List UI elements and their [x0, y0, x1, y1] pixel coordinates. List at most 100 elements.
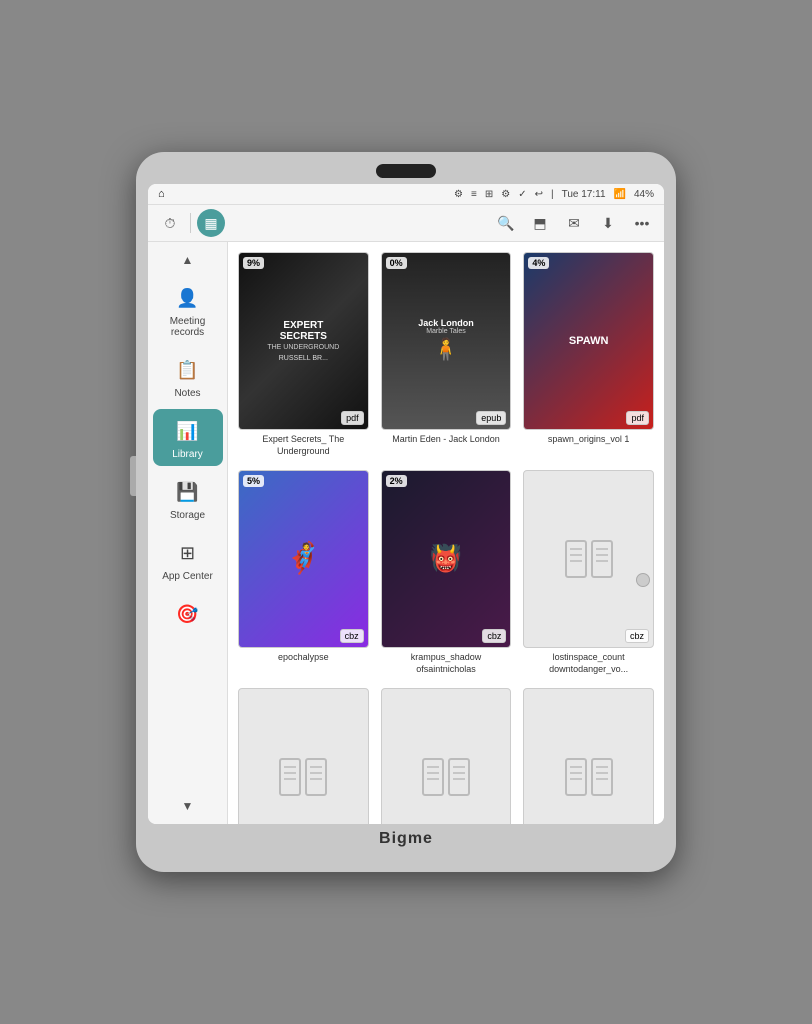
book-item-lostinspace1[interactable]: cbz lostinspace_count downtodanger_vo...: [523, 470, 654, 676]
mail-icon[interactable]: ✉: [560, 209, 588, 237]
book-progress-krampus: 2%: [386, 475, 407, 487]
cover-inner-expert: EXPERTSECRETS THE UNDERGROUND RUSSELL BR…: [239, 253, 368, 429]
krampus-figure: 👹: [430, 543, 462, 574]
book-item-pacificrim[interactable]: cbz pacificrim_talesfr omthedrift: [381, 688, 512, 824]
book-type-epo: cbz: [340, 629, 364, 643]
book-cover-lostinspace2: cbz: [238, 688, 369, 824]
book-item-martin-eden[interactable]: Jack London Marble Tales 🧍 0% epub Marti…: [381, 252, 512, 458]
placeholder-icon-pacificrim: [395, 715, 498, 824]
book-cover-martin: Jack London Marble Tales 🧍 0% epub: [381, 252, 512, 430]
cover-inner-pacificrim: [382, 689, 511, 824]
meeting-records-label: Meeting records: [157, 316, 219, 338]
book-title-lostinspace1: lostinspace_count downtodanger_vo...: [523, 652, 654, 675]
book-item-lostinspace2[interactable]: cbz lostinspace_count downtodanger_vol: [238, 688, 369, 824]
book-cover-krampus: 👹 2% cbz: [381, 470, 512, 648]
martin-author: Jack London: [418, 318, 474, 328]
apps-icon: ⊞: [485, 189, 493, 200]
book-item-epochalypse[interactable]: 🦸 5% cbz epochalypse: [238, 470, 369, 676]
book-title-spawn: spawn_origins_vol 1: [523, 434, 654, 446]
library-icon: 📊: [172, 415, 204, 447]
device-brand: Bigme: [148, 830, 664, 848]
screen: ⌂ ⚙ ≡ ⊞ ⚙ ✓ ↩ | Tue 17:11 📶 44% ⏱ ▦: [148, 184, 664, 824]
content-area: EXPERTSECRETS THE UNDERGROUND RUSSELL BR…: [228, 242, 664, 824]
cover-inner-epo: 🦸: [239, 471, 368, 647]
book-grid: EXPERTSECRETS THE UNDERGROUND RUSSELL BR…: [238, 252, 654, 824]
placeholder-icon-lostinspace2: [252, 715, 355, 824]
home-icon[interactable]: ⌂: [158, 188, 165, 200]
grid-view-icon[interactable]: ▦: [197, 209, 225, 237]
martin-figure: 🧍: [432, 337, 459, 363]
storage-label: Storage: [170, 510, 205, 521]
martin-sub: Marble Tales: [426, 328, 466, 335]
meeting-records-icon: 👤: [172, 282, 204, 314]
app-center-icon: ⊞: [172, 537, 204, 569]
sidebar-item-meeting-records[interactable]: 👤 Meeting records: [153, 276, 223, 344]
undo-icon: ↩: [535, 189, 543, 200]
expert-author: RUSSELL BR...: [279, 355, 328, 362]
sidebar-down-arrow[interactable]: ▼: [176, 794, 200, 818]
book-cover-expert-secrets: EXPERTSECRETS THE UNDERGROUND RUSSELL BR…: [238, 252, 369, 430]
sidebar-item-app-center[interactable]: ⊞ App Center: [153, 531, 223, 588]
epo-figure: 🦸: [285, 541, 322, 576]
toolbar-right: 🔍 ⬒ ✉ ⬇ •••: [492, 209, 656, 237]
export-icon[interactable]: ⬒: [526, 209, 554, 237]
menu-icon: ≡: [471, 189, 477, 200]
wifi-icon: 📶: [614, 189, 626, 200]
book-title-krampus: krampus_shadow ofsaintnicholas: [381, 652, 512, 675]
book-type-martin: epub: [476, 411, 506, 425]
cover-inner-martin: Jack London Marble Tales 🧍: [382, 253, 511, 429]
sidebar-up-arrow[interactable]: ▲: [176, 248, 200, 272]
book-item-paificrim-amara[interactable]: cbz paificrim_amara: [523, 688, 654, 824]
app-center-label: App Center: [162, 571, 213, 582]
book-item-krampus[interactable]: 👹 2% cbz krampus_shadow ofsaintnicholas: [381, 470, 512, 676]
book-progress-expert: 9%: [243, 257, 264, 269]
more-icon[interactable]: •••: [628, 209, 656, 237]
check-icon: ✓: [518, 189, 526, 200]
status-left: ⌂: [158, 188, 165, 200]
placeholder-icon-lostinspace1: [537, 497, 640, 620]
download-icon[interactable]: ⬇: [594, 209, 622, 237]
sidebar-item-settings[interactable]: 🎯: [153, 592, 223, 638]
sidebar: ▲ 👤 Meeting records 📋 Notes 📊 Library 💾 …: [148, 242, 228, 824]
sidebar-item-library[interactable]: 📊 Library: [153, 409, 223, 466]
expert-title: EXPERTSECRETS: [280, 320, 327, 342]
book-item-spawn[interactable]: SPAWN 4% pdf spawn_origins_vol 1: [523, 252, 654, 458]
status-center: ⚙ ≡ ⊞ ⚙ ✓ ↩ | Tue 17:11 📶 44%: [454, 189, 654, 200]
cover-inner-paificrim-amara: [524, 689, 653, 824]
cover-inner-krampus: 👹: [382, 471, 511, 647]
book-type-expert: pdf: [341, 411, 364, 425]
cover-inner-lostinspace2: [239, 689, 368, 824]
toolbar: ⏱ ▦ 🔍 ⬒ ✉ ⬇ •••: [148, 205, 664, 242]
book-type-krampus: cbz: [482, 629, 506, 643]
search-icon[interactable]: 🔍: [492, 209, 520, 237]
sidebar-item-notes[interactable]: 📋 Notes: [153, 348, 223, 405]
cover-inner-lostinspace1: [524, 471, 653, 647]
library-label: Library: [172, 449, 203, 460]
status-bar: ⌂ ⚙ ≡ ⊞ ⚙ ✓ ↩ | Tue 17:11 📶 44%: [148, 184, 664, 205]
expert-sub: THE UNDERGROUND: [267, 344, 339, 351]
side-button[interactable]: [130, 456, 136, 496]
main-layout: ▲ 👤 Meeting records 📋 Notes 📊 Library 💾 …: [148, 242, 664, 824]
placeholder-icon-paificrim-amara: [537, 715, 640, 824]
book-type-spawn: pdf: [626, 411, 649, 425]
book-type-lostinspace1: cbz: [625, 629, 649, 643]
divider-status: |: [551, 189, 554, 200]
book-title-epo: epochalypse: [238, 652, 369, 664]
book-progress-spawn: 4%: [528, 257, 549, 269]
notes-icon: 📋: [172, 354, 204, 386]
cpu-icon: ⚙: [454, 189, 463, 200]
book-cover-paificrim-amara: cbz: [523, 688, 654, 824]
book-cover-lostinspace1: cbz: [523, 470, 654, 648]
history-icon[interactable]: ⏱: [156, 209, 184, 237]
cover-inner-spawn: SPAWN: [524, 253, 653, 429]
book-item-expert-secrets[interactable]: EXPERTSECRETS THE UNDERGROUND RUSSELL BR…: [238, 252, 369, 458]
storage-icon: 💾: [172, 476, 204, 508]
device-frame: ⌂ ⚙ ≡ ⊞ ⚙ ✓ ↩ | Tue 17:11 📶 44% ⏱ ▦: [136, 152, 676, 872]
settings-icon: ⚙: [501, 189, 510, 200]
sidebar-item-storage[interactable]: 💾 Storage: [153, 470, 223, 527]
book-cover-epo: 🦸 5% cbz: [238, 470, 369, 648]
book-progress-epo: 5%: [243, 475, 264, 487]
extra-icon: 🎯: [172, 598, 204, 630]
cover-text-expert: EXPERTSECRETS THE UNDERGROUND RUSSELL BR…: [239, 253, 368, 429]
camera-notch: [376, 164, 436, 178]
